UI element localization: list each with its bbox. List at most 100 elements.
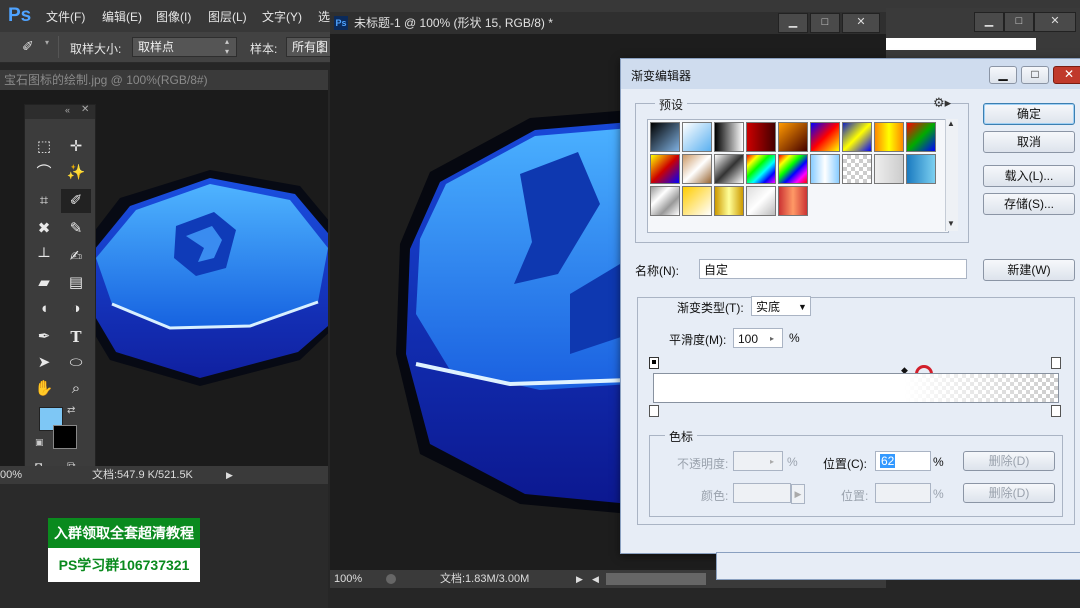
gradient-preset-swatch[interactable] — [650, 186, 680, 216]
horizontal-scrollbar-thumb[interactable] — [606, 573, 706, 585]
background-color-swatch[interactable] — [53, 425, 77, 449]
gradient-preset-swatch[interactable] — [650, 154, 680, 184]
tools-panel-header[interactable]: « ✕ — [25, 104, 95, 119]
load-button[interactable]: 载入(L)... — [983, 165, 1075, 187]
presets-scrollbar[interactable]: ▲ ▼ — [945, 119, 958, 231]
gradient-preset-swatch[interactable] — [810, 154, 840, 184]
marquee-tool-icon[interactable]: ⬚ — [29, 135, 59, 159]
gradient-preset-swatch[interactable] — [906, 154, 936, 184]
scroll-left-icon[interactable]: ◀ — [592, 570, 599, 588]
eyedropper-tool-icon[interactable]: ✐ — [22, 38, 34, 55]
gradient-preset-swatch[interactable] — [842, 122, 872, 152]
gradient-preset-swatch[interactable] — [778, 154, 808, 184]
gradient-preview-bar[interactable] — [653, 373, 1059, 403]
gear-icon[interactable]: ⚙▸ — [933, 95, 951, 111]
brush-tool-icon[interactable]: ✎ — [61, 217, 91, 241]
opacity-stop-left[interactable] — [649, 357, 659, 369]
gradient-preset-swatch[interactable] — [682, 154, 712, 184]
cancel-button[interactable]: 取消 — [983, 131, 1075, 153]
close-icon[interactable]: ✕ — [81, 104, 89, 115]
chevron-down-icon[interactable]: ▾ — [45, 38, 49, 47]
panel-minimize-button[interactable]: ▁ — [974, 12, 1004, 32]
dialog-close-button[interactable]: ✕ — [1053, 66, 1080, 84]
center-document-titlebar[interactable]: Ps 未标题-1 @ 100% (形状 15, RGB/8) * ▁ □ ✕ — [330, 12, 886, 34]
collapse-icon[interactable]: « — [65, 105, 70, 115]
path-select-tool-icon[interactable]: ➤ — [29, 351, 59, 375]
color-stop-right[interactable] — [1051, 405, 1061, 417]
close-button[interactable]: ✕ — [842, 13, 880, 33]
swap-colors-icon[interactable]: ⇄ — [67, 405, 75, 416]
menu-file[interactable]: 文件(F) — [46, 8, 85, 25]
new-button[interactable]: 新建(W) — [983, 259, 1075, 281]
panel-close-button[interactable]: ✕ — [1034, 12, 1076, 32]
status-menu-arrow-icon[interactable]: ▶ — [576, 570, 583, 588]
gradient-preset-swatch[interactable] — [682, 122, 712, 152]
magic-wand-tool-icon[interactable]: ✨ — [61, 161, 91, 185]
color-stop-left[interactable] — [649, 405, 659, 417]
gradient-preset-swatch[interactable] — [714, 154, 744, 184]
left-zoom-level[interactable]: 00% — [0, 466, 22, 484]
opacity-stop-right[interactable] — [1051, 357, 1061, 369]
zoom-tool-icon[interactable]: ⌕ — [61, 377, 91, 401]
status-menu-arrow-icon[interactable]: ▶ — [226, 466, 233, 484]
menu-image[interactable]: 图像(I) — [156, 8, 191, 25]
crop-tool-icon[interactable]: ⌗ — [29, 189, 59, 213]
menu-type[interactable]: 文字(Y) — [262, 8, 302, 25]
menu-edit[interactable]: 编辑(E) — [102, 8, 142, 25]
name-input[interactable]: 自定 — [699, 259, 967, 279]
gradient-preset-swatch[interactable] — [874, 122, 904, 152]
location-input[interactable]: 62 — [875, 451, 931, 471]
history-brush-tool-icon[interactable]: ✍ — [61, 245, 91, 269]
hand-tool-icon[interactable]: ✋ — [29, 377, 59, 401]
location2-input[interactable] — [875, 483, 931, 503]
pen-tool-icon[interactable]: ✒ — [29, 325, 59, 349]
gradient-preset-swatch[interactable] — [778, 186, 808, 216]
gradient-tool-icon[interactable]: ▤ — [61, 271, 91, 295]
gradient-preset-swatch[interactable] — [874, 154, 904, 184]
left-document-tab[interactable]: 宝石图标的绘制.jpg @ 100%(RGB/8#) — [0, 70, 328, 90]
gradient-preset-swatch[interactable] — [714, 122, 744, 152]
dialog-maximize-button[interactable]: □ — [1021, 66, 1049, 84]
gradient-preset-swatch[interactable] — [778, 122, 808, 152]
lasso-tool-icon[interactable]: ⌒ — [29, 161, 59, 185]
ok-button[interactable]: 确定 — [983, 103, 1075, 125]
eraser-tool-icon[interactable]: ▰ — [29, 271, 59, 295]
minimize-button[interactable]: ▁ — [778, 13, 808, 33]
smoothness-input[interactable]: 100 ▸ — [733, 328, 783, 348]
delete-color-stop-button[interactable]: 删除(D) — [963, 483, 1055, 503]
gradient-preset-swatch[interactable] — [906, 122, 936, 152]
sample-select[interactable]: 所有图 — [286, 37, 331, 57]
sample-size-select[interactable]: 取样点 — [132, 37, 237, 57]
scroll-down-icon[interactable]: ▼ — [947, 219, 955, 228]
gradient-preset-swatch[interactable] — [810, 122, 840, 152]
gradient-preset-swatch[interactable] — [842, 154, 872, 184]
default-colors-icon[interactable]: ▣ — [35, 437, 44, 448]
gradient-type-select[interactable]: 实底 ▼ — [751, 296, 811, 316]
panel-maximize-button[interactable]: □ — [1004, 12, 1034, 32]
panel-field[interactable] — [886, 38, 1036, 50]
dialog-minimize-button[interactable]: ▁ — [989, 66, 1017, 84]
gradient-preset-swatch[interactable] — [746, 122, 776, 152]
scroll-up-icon[interactable]: ▲ — [947, 119, 955, 128]
save-button[interactable]: 存储(S)... — [983, 193, 1075, 215]
color-menu-arrow-icon[interactable]: ▶ — [791, 484, 805, 504]
opacity-input[interactable]: ▸ — [733, 451, 783, 471]
gradient-preset-swatch[interactable] — [746, 154, 776, 184]
healing-tool-icon[interactable]: ✖ — [29, 217, 59, 241]
stamp-tool-icon[interactable]: ┴ — [29, 245, 59, 269]
dodge-tool-icon[interactable]: ◑ — [61, 297, 91, 321]
move-tool-icon[interactable]: ✛ — [61, 135, 91, 159]
menu-layer[interactable]: 图层(L) — [208, 8, 247, 25]
dialog-titlebar[interactable]: 渐变编辑器 ▁ □ ✕ — [621, 59, 1080, 89]
maximize-button[interactable]: □ — [810, 13, 840, 33]
gradient-preset-swatch[interactable] — [714, 186, 744, 216]
gradient-preset-swatch[interactable] — [650, 122, 680, 152]
blur-tool-icon[interactable]: ◖ — [29, 297, 59, 321]
type-tool-icon[interactable]: T — [61, 325, 91, 349]
delete-opacity-stop-button[interactable]: 删除(D) — [963, 451, 1055, 471]
status-info-icon[interactable] — [386, 574, 396, 584]
gradient-preset-swatch[interactable] — [682, 186, 712, 216]
stepper-arrow-icon[interactable]: ▸ — [770, 329, 774, 349]
menu-select[interactable]: 选 — [318, 8, 330, 25]
eyedropper-tool-icon[interactable]: ✐ — [61, 189, 91, 213]
